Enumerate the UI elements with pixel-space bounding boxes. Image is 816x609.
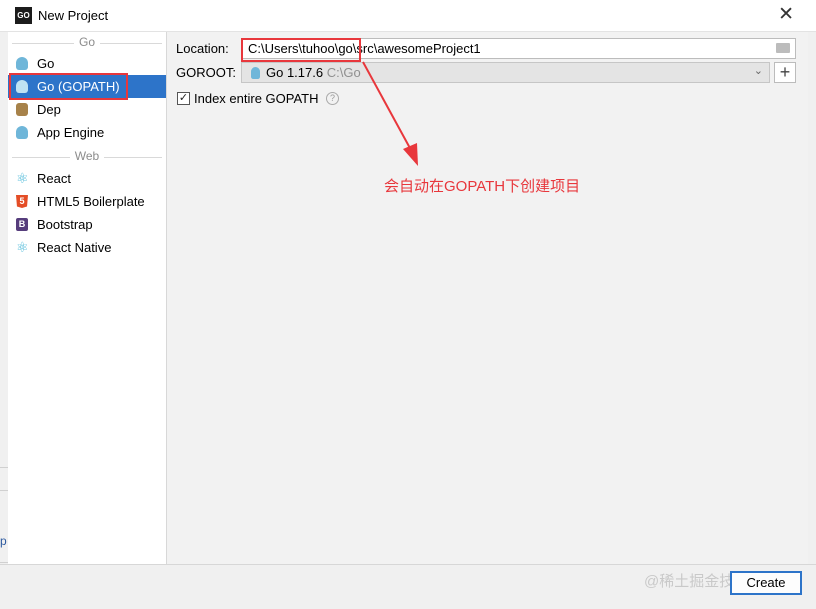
help-icon[interactable]: ? xyxy=(326,92,339,105)
title-bar: GO New Project ✕ xyxy=(0,0,816,32)
goroot-label: GOROOT: xyxy=(176,65,236,80)
index-gopath-label: Index entire GOPATH xyxy=(194,91,319,106)
group-header-web: Web xyxy=(8,149,166,165)
sidebar-item-react-native[interactable]: ⚛ React Native xyxy=(8,236,166,259)
goroot-selected-value: Go 1.17.6 C:\Go xyxy=(266,65,361,80)
bootstrap-icon: B xyxy=(16,218,28,231)
goroot-select[interactable]: Go 1.17.6 C:\Go ⌄ xyxy=(241,62,770,83)
dep-icon xyxy=(16,103,28,116)
html5-icon: 5 xyxy=(16,195,28,208)
close-icon[interactable]: ✕ xyxy=(778,4,794,26)
sidebar-item-dep[interactable]: Dep xyxy=(8,98,166,121)
sidebar-item-label: Go xyxy=(37,56,55,71)
background-divider xyxy=(0,490,8,491)
app-engine-icon xyxy=(16,126,28,139)
sidebar-item-label: React Native xyxy=(37,240,112,255)
background-divider xyxy=(0,562,8,563)
location-highlight-box xyxy=(241,38,361,62)
group-header-label: Go xyxy=(78,35,95,49)
annotation-text: 会自动在GOPATH下创建项目 xyxy=(384,178,581,195)
sidebar-item-label: Dep xyxy=(37,102,61,117)
location-label: Location: xyxy=(176,41,229,56)
react-icon: ⚛ xyxy=(16,239,29,255)
window-title: New Project xyxy=(38,8,109,23)
sidebar-item-react[interactable]: ⚛ React xyxy=(8,167,166,190)
sidebar-item-html5-boilerplate[interactable]: 5 HTML5 Boilerplate xyxy=(8,190,166,213)
gopher-icon xyxy=(16,57,28,70)
goland-logo-icon: GO xyxy=(15,7,32,24)
chevron-down-icon[interactable]: ⌄ xyxy=(754,64,763,77)
settings-panel xyxy=(167,32,808,564)
index-gopath-checkbox[interactable]: ✓ xyxy=(177,92,190,105)
sidebar-item-app-engine[interactable]: App Engine xyxy=(8,121,166,144)
selection-highlight-box xyxy=(9,73,128,100)
create-button[interactable]: Create xyxy=(730,571,802,595)
background-divider xyxy=(0,467,8,468)
sidebar-item-label: HTML5 Boilerplate xyxy=(37,194,145,209)
group-header-go: Go xyxy=(8,35,166,51)
goroot-version: Go 1.17.6 xyxy=(266,65,324,80)
add-sdk-button[interactable]: + xyxy=(774,62,796,83)
project-type-sidebar: Go Go Go (GOPATH) Dep App Engine Web ⚛ R… xyxy=(8,32,167,564)
background-text-fragment: p xyxy=(0,534,7,548)
sidebar-item-bootstrap[interactable]: B Bootstrap xyxy=(8,213,166,236)
react-icon: ⚛ xyxy=(16,170,29,186)
sidebar-item-go[interactable]: Go xyxy=(8,52,166,75)
sidebar-item-label: Bootstrap xyxy=(37,217,93,232)
goroot-path: C:\Go xyxy=(326,65,361,80)
sidebar-item-label: App Engine xyxy=(37,125,105,140)
folder-icon[interactable] xyxy=(776,43,790,53)
sidebar-item-label: React xyxy=(37,171,71,186)
group-header-label: Web xyxy=(74,149,100,163)
gopher-icon xyxy=(251,67,260,79)
